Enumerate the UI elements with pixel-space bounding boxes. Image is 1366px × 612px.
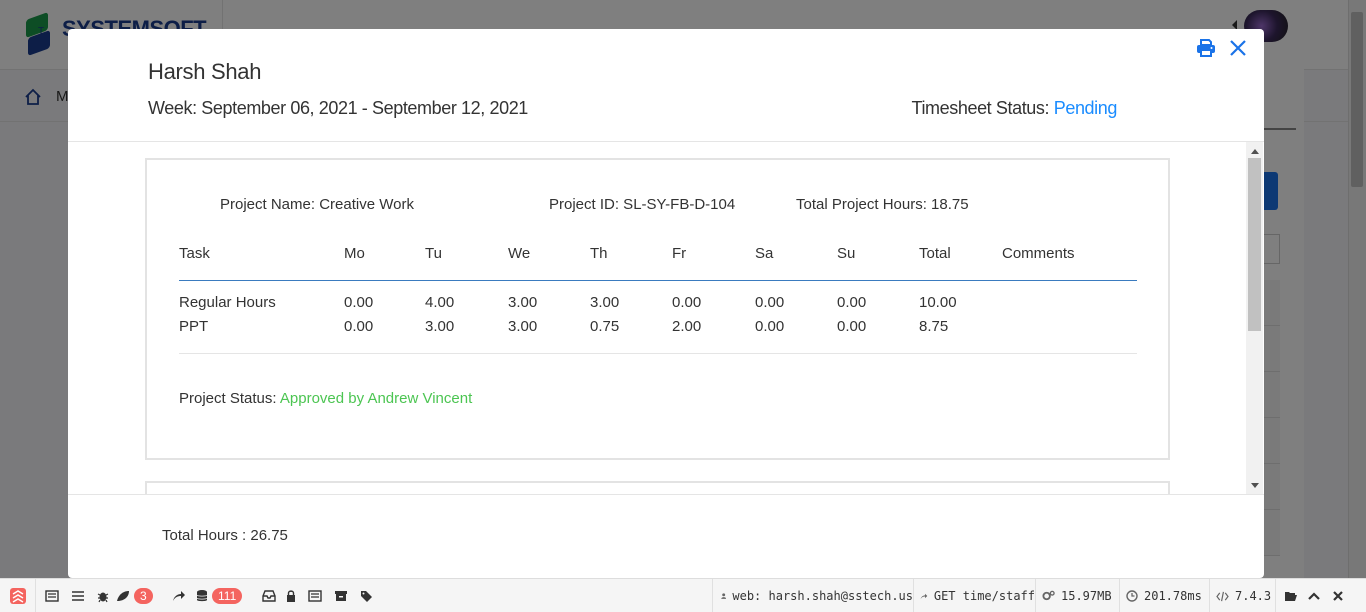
hours-cell: 4.00 xyxy=(425,294,455,311)
column-header: We xyxy=(508,245,531,262)
messages-icon[interactable] xyxy=(38,579,66,612)
database-icon xyxy=(196,590,208,602)
total-hours: Total Hours : 26.75 xyxy=(162,527,288,544)
hours-cell: 0.00 xyxy=(344,294,374,311)
scroll-down-icon[interactable] xyxy=(1251,483,1259,488)
scroll-up-icon[interactable] xyxy=(1251,149,1259,154)
employee-name: Harsh Shah xyxy=(148,59,262,84)
total-cell: 8.75 xyxy=(919,318,949,335)
route-item[interactable]: GET time/staff xyxy=(914,579,1036,612)
tags-icon[interactable] xyxy=(356,579,378,612)
queries-tab[interactable]: 111 xyxy=(196,579,252,612)
hours-cell: 0.00 xyxy=(344,318,374,335)
timesheet-status-label: Timesheet Status: xyxy=(911,98,1050,118)
task-cell: Regular Hours xyxy=(179,294,276,311)
timesheet-status-value: Pending xyxy=(1053,98,1118,118)
user-icon xyxy=(721,593,727,599)
messages-count-badge: 3 xyxy=(134,588,153,604)
project-name: Project Name: Creative Work xyxy=(220,196,414,213)
project-status-value: Approved by Andrew Vincent xyxy=(279,390,473,407)
code-icon xyxy=(1216,591,1229,601)
clock-icon xyxy=(1126,590,1138,602)
bug-icon[interactable] xyxy=(92,579,114,612)
modal-scrollbar-thumb[interactable] xyxy=(1248,158,1261,331)
column-header: Mo xyxy=(344,245,365,262)
hours-cell: 0.00 xyxy=(837,318,867,335)
week-range: Week: September 06, 2021 - September 12,… xyxy=(148,98,528,118)
hours-cell: 3.00 xyxy=(590,294,620,311)
debugbar-logo-icon[interactable] xyxy=(0,579,36,612)
queries-count-badge: 111 xyxy=(212,588,243,604)
hours-cell: 3.00 xyxy=(508,318,538,335)
close-debugbar-icon[interactable] xyxy=(1328,579,1348,612)
hours-cell: 3.00 xyxy=(425,318,455,335)
route: GET time/staff xyxy=(933,589,1035,603)
hours-cell: 0.00 xyxy=(672,294,702,311)
php-version-item[interactable]: 7.4.3 xyxy=(1210,579,1276,612)
column-header: Tu xyxy=(425,245,442,262)
folder-open-icon[interactable] xyxy=(1280,579,1302,612)
memory-usage: 15.97MB xyxy=(1061,589,1112,603)
duration-item[interactable]: 201.78ms xyxy=(1120,579,1210,612)
auth-user-item[interactable]: web: harsh.shah@sstech.us xyxy=(712,579,914,612)
total-cell: 10.00 xyxy=(919,294,957,311)
project-card: Project Name: Creative Work Project ID: … xyxy=(145,158,1170,460)
hours-cell: 0.75 xyxy=(590,318,620,335)
modal-header: Harsh Shah Week: September 06, 2021 - Se… xyxy=(68,29,1264,142)
hours-cell: 0.00 xyxy=(837,294,867,311)
project-total-hours: Total Project Hours: 18.75 xyxy=(796,196,969,213)
hours-cell: 0.00 xyxy=(755,318,785,335)
task-cell: PPT xyxy=(179,318,209,335)
list-icon[interactable] xyxy=(304,579,326,612)
column-header: Sa xyxy=(755,245,774,262)
header-divider xyxy=(179,280,1137,281)
project-status: Project Status: Approved by Andrew Vince… xyxy=(179,390,472,407)
column-header: Comments xyxy=(1002,245,1075,262)
column-header: Total xyxy=(919,245,951,262)
share-icon[interactable] xyxy=(168,579,190,612)
column-header: Fr xyxy=(672,245,687,262)
timeline-icon[interactable] xyxy=(66,579,90,612)
modal-body[interactable]: Project Name: Creative Work Project ID: … xyxy=(68,142,1264,494)
print-icon[interactable] xyxy=(1196,38,1216,58)
close-icon[interactable] xyxy=(1228,38,1248,58)
archive-icon[interactable] xyxy=(330,579,352,612)
modal-footer: Total Hours : 26.75 xyxy=(68,494,1264,578)
project-card xyxy=(145,481,1170,494)
hours-cell: 0.00 xyxy=(755,294,785,311)
column-header: Su xyxy=(837,245,856,262)
project-id: Project ID: SL-SY-FB-D-104 xyxy=(549,196,736,213)
share-icon xyxy=(920,593,928,599)
timesheet-modal: Harsh Shah Week: September 06, 2021 - Se… xyxy=(68,29,1264,578)
auth-user: web: harsh.shah@sstech.us xyxy=(732,589,913,603)
leaf-icon xyxy=(117,591,129,601)
messages-tab[interactable]: 3 xyxy=(116,579,164,612)
hours-cell: 2.00 xyxy=(672,318,702,335)
column-header: Th xyxy=(590,245,608,262)
timesheet-status: Timesheet Status: Pending xyxy=(911,98,1118,119)
column-header: Task xyxy=(179,245,210,262)
cogs-icon xyxy=(1042,590,1055,601)
request-duration: 201.78ms xyxy=(1144,589,1202,603)
memory-item[interactable]: 15.97MB xyxy=(1036,579,1120,612)
inbox-icon[interactable] xyxy=(258,579,280,612)
debug-bar: 3 111 web: harsh.shah@sstech.us GET time… xyxy=(0,578,1366,612)
hours-cell: 3.00 xyxy=(508,294,538,311)
project-status-label: Project Status: xyxy=(179,390,277,407)
lock-icon[interactable] xyxy=(282,579,300,612)
php-version: 7.4.3 xyxy=(1235,589,1272,603)
chevron-up-icon[interactable] xyxy=(1304,579,1324,612)
row-divider xyxy=(179,353,1137,354)
